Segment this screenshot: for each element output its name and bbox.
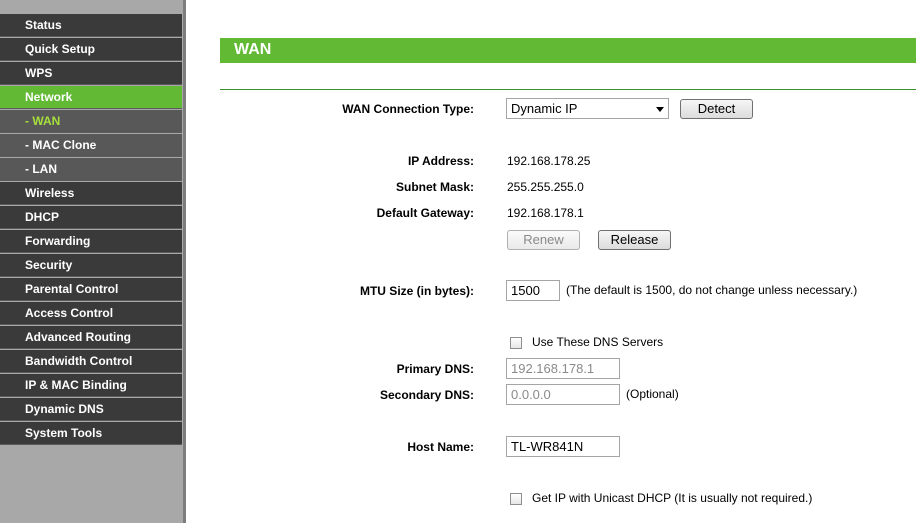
default-gateway-value: 192.168.178.1: [507, 206, 584, 220]
renew-button[interactable]: Renew: [507, 230, 580, 250]
chevron-down-icon: [656, 107, 664, 112]
sidebar-item-security[interactable]: Security: [0, 254, 182, 277]
primary-dns-label: Primary DNS:: [396, 362, 474, 376]
default-gateway-label: Default Gateway:: [376, 206, 474, 220]
mtu-size-label: MTU Size (in bytes):: [359, 284, 474, 298]
title-divider: [220, 89, 916, 90]
wan-connection-type-value: Dynamic IP: [511, 101, 578, 116]
secondary-dns-label: Secondary DNS:: [379, 388, 474, 402]
sidebar-item-lan[interactable]: - LAN: [0, 158, 182, 181]
host-name-input[interactable]: TL-WR841N: [506, 436, 620, 457]
wan-connection-type-label: WAN Connection Type:: [342, 102, 474, 116]
release-button[interactable]: Release: [598, 230, 671, 250]
unicast-dhcp-label: Get IP with Unicast DHCP (It is usually …: [532, 491, 813, 505]
mtu-size-input[interactable]: 1500: [506, 280, 560, 301]
sidebar-item-mac-clone[interactable]: - MAC Clone: [0, 134, 182, 157]
sidebar-divider: [183, 0, 186, 523]
sidebar-item-bandwidth-control[interactable]: Bandwidth Control: [0, 350, 182, 373]
sidebar-item-system-tools[interactable]: System Tools: [0, 422, 182, 445]
wan-connection-type-select[interactable]: Dynamic IP: [506, 98, 669, 119]
sidebar-item-wan[interactable]: - WAN: [0, 110, 182, 133]
sidebar: Status Quick Setup WPS Network - WAN - M…: [0, 0, 186, 523]
secondary-dns-input[interactable]: 0.0.0.0: [506, 384, 620, 405]
sidebar-item-parental-control[interactable]: Parental Control: [0, 278, 182, 301]
use-dns-servers-label: Use These DNS Servers: [532, 335, 664, 349]
sidebar-item-forwarding[interactable]: Forwarding: [0, 230, 182, 253]
primary-dns-input[interactable]: 192.168.178.1: [506, 358, 620, 379]
ip-address-value: 192.168.178.25: [507, 154, 591, 168]
sidebar-item-advanced-routing[interactable]: Advanced Routing: [0, 326, 182, 349]
sidebar-item-ip-mac-binding[interactable]: IP & MAC Binding: [0, 374, 182, 397]
subnet-mask-value: 255.255.255.0: [507, 180, 584, 194]
subnet-mask-label: Subnet Mask:: [395, 180, 474, 194]
sidebar-item-dynamic-dns[interactable]: Dynamic DNS: [0, 398, 182, 421]
detect-button[interactable]: Detect: [680, 99, 753, 119]
page-title-bar: WAN: [220, 38, 916, 63]
page-title: WAN: [234, 41, 272, 58]
sidebar-item-wps[interactable]: WPS: [0, 62, 182, 85]
sidebar-item-status[interactable]: Status: [0, 14, 182, 37]
secondary-dns-hint: (Optional): [626, 387, 679, 401]
sidebar-item-dhcp[interactable]: DHCP: [0, 206, 182, 229]
mtu-hint: (The default is 1500, do not change unle…: [566, 283, 858, 297]
ip-address-label: IP Address:: [407, 154, 474, 168]
sidebar-item-network[interactable]: Network: [0, 86, 182, 109]
unicast-dhcp-checkbox[interactable]: [510, 493, 522, 505]
sidebar-item-wireless[interactable]: Wireless: [0, 182, 182, 205]
sidebar-item-access-control[interactable]: Access Control: [0, 302, 182, 325]
use-dns-servers-checkbox[interactable]: [510, 337, 522, 349]
sidebar-item-quick-setup[interactable]: Quick Setup: [0, 38, 182, 61]
host-name-label: Host Name:: [407, 440, 474, 454]
